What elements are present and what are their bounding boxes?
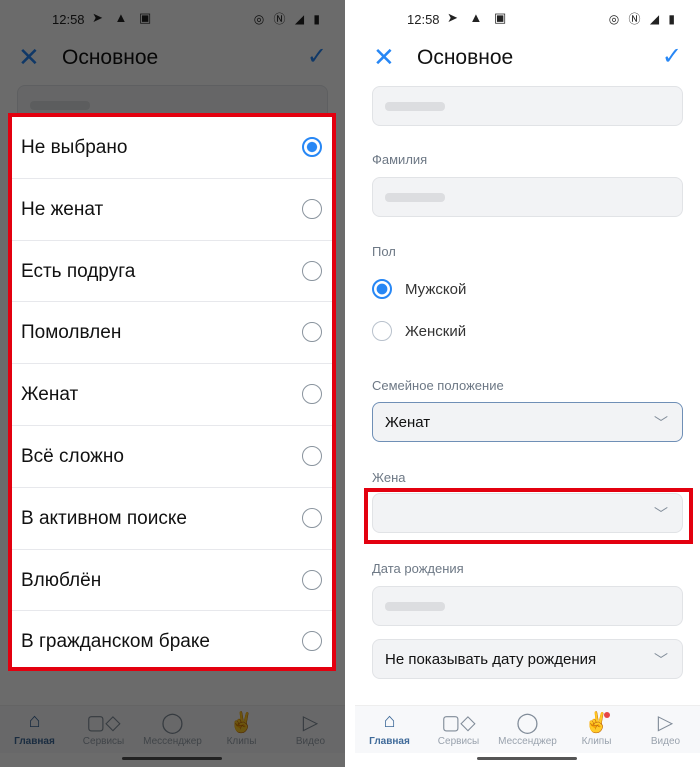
- notification-icons: ➤ ▲ ▣: [447, 10, 511, 25]
- radio-icon: [302, 569, 322, 590]
- name-field[interactable]: [372, 86, 683, 126]
- close-icon[interactable]: ✕: [373, 42, 395, 73]
- video-icon: ▷: [657, 712, 674, 734]
- radio-icon: [302, 260, 322, 281]
- header: ✕ Основное ✓: [355, 40, 700, 76]
- birthdate-label: Дата рождения: [372, 561, 464, 576]
- marital-select[interactable]: Женат ﹀: [372, 402, 683, 442]
- check-icon[interactable]: ✓: [662, 42, 682, 71]
- home-icon: ⌂: [383, 710, 396, 732]
- system-icons: ◎ Ⓝ ◢ ▮: [608, 12, 678, 26]
- highlight-frame: [364, 488, 693, 544]
- clips-icon: ✌: [584, 712, 609, 734]
- radio-icon: [302, 507, 322, 528]
- surname-label: Фамилия: [372, 152, 428, 167]
- radio-male[interactable]: [372, 279, 392, 299]
- badge-dot: [604, 712, 610, 718]
- nav-video[interactable]: ▷ Видео: [631, 710, 700, 747]
- spouse-label: Жена: [372, 470, 406, 485]
- radio-icon: [302, 384, 322, 405]
- surname-field[interactable]: [372, 177, 683, 217]
- bottom-nav: ⌂Главная ▢◇Сервисы ◯Мессенджер ✌Клипы ▷В…: [355, 705, 700, 753]
- home-indicator: [122, 757, 222, 760]
- nav-messenger[interactable]: ◯ Мессенджер: [493, 710, 562, 747]
- option-searching[interactable]: В активном поиске: [12, 488, 332, 550]
- option-in-love[interactable]: Влюблён: [12, 550, 332, 612]
- right-screen: 12:58 ➤ ▲ ▣ ◎ Ⓝ ◢ ▮ ✕ Основное ✓ Фамилия…: [355, 0, 700, 767]
- chevron-down-icon: ﹀: [654, 415, 668, 431]
- nav-home[interactable]: ⌂ Главная: [355, 710, 424, 747]
- radio-icon: [302, 445, 322, 466]
- option-complicated[interactable]: Всё сложно: [12, 426, 332, 488]
- radio-icon: [302, 137, 322, 157]
- messenger-icon: ◯: [516, 712, 539, 734]
- marital-status-dialog: Не выбрано Не женат Есть подруга Помолвл…: [8, 113, 336, 671]
- left-screen: 12:58 ➤ ▲ ▣ ◎ Ⓝ ◢ ▮ ✕ Основное ✓ ⌂Главна…: [0, 0, 345, 767]
- option-has-girlfriend[interactable]: Есть подруга: [12, 241, 332, 303]
- services-icon: ▢◇: [441, 712, 476, 734]
- option-engaged[interactable]: Помолвлен: [12, 302, 332, 365]
- radio-female[interactable]: [372, 321, 392, 341]
- gender-label: Пол: [372, 244, 396, 259]
- option-single[interactable]: Не женат: [12, 179, 332, 241]
- option-civil-marriage[interactable]: В гражданском браке: [12, 611, 332, 673]
- nav-services[interactable]: ▢◇ Сервисы: [424, 710, 493, 747]
- option-not-selected[interactable]: Не выбрано: [12, 117, 332, 179]
- option-married[interactable]: Женат: [12, 364, 332, 426]
- home-indicator: [477, 757, 577, 760]
- marital-label: Семейное положение: [372, 378, 504, 393]
- nav-clips[interactable]: ✌ Клипы: [562, 710, 631, 747]
- status-bar: 12:58 ➤ ▲ ▣ ◎ Ⓝ ◢ ▮: [407, 10, 678, 27]
- radio-icon: [302, 198, 322, 219]
- birthdate-field[interactable]: [372, 586, 683, 626]
- page-title: Основное: [417, 46, 514, 69]
- chevron-down-icon: ﹀: [654, 652, 668, 668]
- radio-icon: [302, 631, 322, 652]
- birthdate-visibility-select[interactable]: Не показывать дату рождения ﹀: [372, 639, 683, 679]
- radio-icon: [302, 322, 322, 343]
